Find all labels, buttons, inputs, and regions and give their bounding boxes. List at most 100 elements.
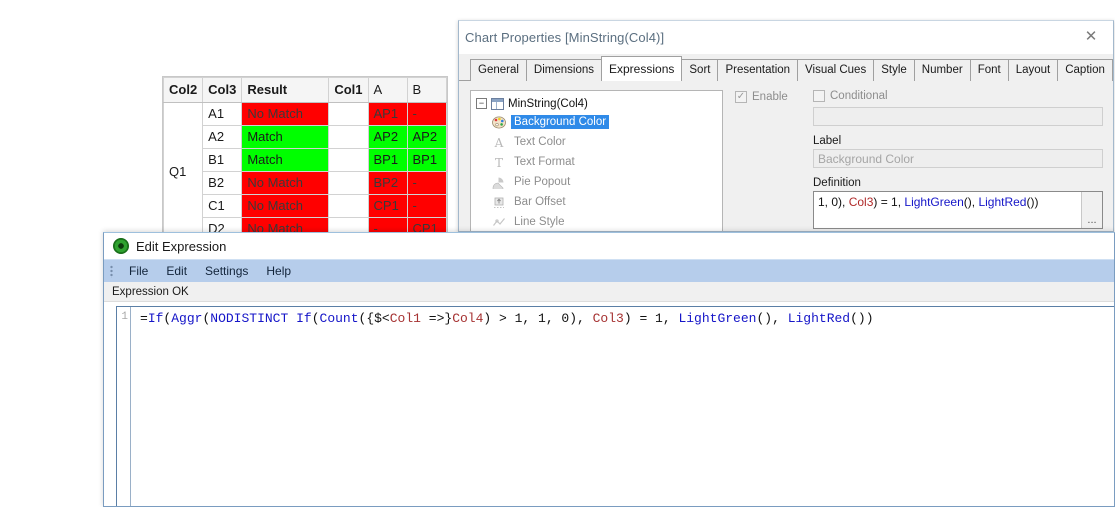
- expression-code-input[interactable]: =If(Aggr(NODISTINCT If(Count({$<Col1 =>}…: [131, 307, 1114, 506]
- cell-result[interactable]: No Match: [241, 171, 330, 195]
- chart-properties-titlebar[interactable]: Chart Properties [MinString(Col4)] ✕: [459, 21, 1113, 54]
- table-row[interactable]: Q1 A1 No Match AP1 -: [162, 102, 447, 241]
- svg-text:A: A: [494, 136, 504, 149]
- menubar-grip-icon[interactable]: [110, 264, 113, 278]
- tree-root-minstring[interactable]: − MinString(Col4): [471, 95, 722, 112]
- tab-number[interactable]: Number: [913, 59, 971, 81]
- conditional-checkbox[interactable]: [813, 90, 825, 102]
- label-input[interactable]: Background Color: [813, 149, 1103, 168]
- column-header-col1[interactable]: Col1: [328, 77, 369, 103]
- column-header-col3[interactable]: Col3: [202, 77, 243, 103]
- cell-b[interactable]: -: [406, 171, 447, 195]
- enable-column: Enable: [735, 90, 813, 231]
- text-color-icon: A: [491, 135, 507, 150]
- definition-browse-button[interactable]: ...: [1081, 192, 1102, 228]
- enable-checkbox[interactable]: [735, 91, 747, 103]
- pivot-table[interactable]: Col2 Col3 Result Col1 A B Q1 A1 No Match…: [162, 77, 447, 241]
- definition-input[interactable]: 1, 0), Col3) = 1, LightGreen(), LightRed…: [814, 192, 1081, 228]
- tab-visual-cues[interactable]: Visual Cues: [797, 59, 875, 81]
- edit-expression-menubar[interactable]: File Edit Settings Help: [104, 259, 1114, 282]
- cell-b[interactable]: BP1: [406, 148, 447, 172]
- tab-font[interactable]: Font: [969, 59, 1009, 81]
- qlikview-app-icon: [113, 238, 129, 254]
- expression-status-text: Expression OK: [104, 282, 1114, 302]
- tree-item-pie-popout[interactable]: Pie Popout: [471, 172, 722, 192]
- palette-icon: [491, 115, 507, 130]
- column-header-a[interactable]: A: [367, 77, 408, 103]
- tree-item-bar-offset[interactable]: Bar Offset: [471, 192, 722, 212]
- fields-column: Conditional Label Background Color Defin…: [813, 90, 1103, 231]
- cell-a[interactable]: CP1: [367, 194, 408, 218]
- cell-col1[interactable]: [328, 171, 369, 195]
- collapse-toggle-icon[interactable]: −: [476, 98, 487, 109]
- cell-col1[interactable]: [328, 194, 369, 218]
- tab-layout[interactable]: Layout: [1007, 59, 1059, 81]
- column-header-col2[interactable]: Col2: [162, 77, 204, 103]
- cell-col1[interactable]: [328, 148, 369, 172]
- cell-a[interactable]: AP1: [367, 102, 408, 126]
- enable-checkbox-row[interactable]: Enable: [735, 91, 813, 103]
- chart-properties-dialog[interactable]: Chart Properties [MinString(Col4)] ✕ Gen…: [458, 20, 1114, 232]
- cell-a[interactable]: BP1: [367, 148, 408, 172]
- table-row[interactable]: B2 No Match BP2 -: [164, 171, 447, 195]
- expression-tree[interactable]: − MinString(Col4) Background Color A Tex…: [470, 90, 723, 231]
- definition-field[interactable]: 1, 0), Col3) = 1, LightGreen(), LightRed…: [813, 191, 1103, 229]
- table-row[interactable]: B1 Match BP1 BP1: [164, 148, 447, 172]
- cell-col3[interactable]: C1: [202, 194, 243, 218]
- menu-help[interactable]: Help: [257, 262, 300, 280]
- cell-b[interactable]: -: [406, 102, 447, 126]
- tab-dimensions[interactable]: Dimensions: [525, 59, 602, 81]
- cell-result[interactable]: No Match: [241, 102, 330, 126]
- expression-editor[interactable]: 1 =If(Aggr(NODISTINCT If(Count({$<Col1 =…: [116, 306, 1114, 506]
- edit-expression-window[interactable]: Edit Expression File Edit Settings Help …: [103, 232, 1115, 507]
- edit-expression-titlebar[interactable]: Edit Expression: [104, 233, 1114, 259]
- tree-item-label: Line Style: [514, 216, 565, 228]
- menu-file[interactable]: File: [120, 262, 157, 280]
- cell-col3[interactable]: B1: [202, 148, 243, 172]
- menu-edit[interactable]: Edit: [157, 262, 196, 280]
- tab-presentation[interactable]: Presentation: [717, 59, 799, 81]
- text-format-icon: T: [491, 155, 507, 170]
- chart-properties-title: Chart Properties [MinString(Col4)]: [465, 29, 665, 45]
- cell-col1[interactable]: [328, 102, 369, 126]
- tree-root-label: MinString(Col4): [508, 97, 588, 110]
- table-row[interactable]: A2 Match AP2 AP2: [164, 125, 447, 149]
- tree-item-label: Background Color: [511, 115, 610, 129]
- dimension-cell-q1[interactable]: Q1: [162, 102, 204, 241]
- cell-col3[interactable]: B2: [202, 171, 243, 195]
- cell-col3[interactable]: A1: [202, 102, 243, 126]
- bar-offset-icon: [491, 195, 507, 210]
- cell-result[interactable]: Match: [241, 125, 330, 149]
- tab-style[interactable]: Style: [873, 59, 915, 81]
- column-header-b[interactable]: B: [406, 77, 447, 103]
- cell-a[interactable]: BP2: [367, 171, 408, 195]
- enable-label: Enable: [752, 91, 788, 103]
- tab-general[interactable]: General: [470, 59, 527, 81]
- menu-settings[interactable]: Settings: [196, 262, 257, 280]
- tree-item-background-color[interactable]: Background Color: [471, 112, 722, 132]
- cell-b[interactable]: AP2: [406, 125, 447, 149]
- conditional-input[interactable]: [813, 107, 1103, 126]
- tree-item-label: Bar Offset: [514, 196, 566, 208]
- cell-a[interactable]: AP2: [367, 125, 408, 149]
- table-row[interactable]: C1 No Match CP1 -: [164, 194, 447, 218]
- cell-result[interactable]: No Match: [241, 194, 330, 218]
- cell-result[interactable]: Match: [241, 148, 330, 172]
- tree-item-text-color[interactable]: A Text Color: [471, 132, 722, 152]
- tab-sort[interactable]: Sort: [681, 59, 719, 81]
- tree-item-line-style[interactable]: Line Style: [471, 212, 722, 231]
- tab-expressions[interactable]: Expressions: [601, 56, 683, 81]
- close-icon[interactable]: ✕: [1069, 21, 1113, 51]
- conditional-checkbox-row[interactable]: Conditional: [813, 90, 1103, 102]
- column-header-result[interactable]: Result: [241, 77, 330, 103]
- tab-caption[interactable]: Caption: [1057, 59, 1113, 81]
- cell-col3[interactable]: A2: [202, 125, 243, 149]
- tree-item-text-format[interactable]: T Text Format: [471, 152, 722, 172]
- cell-col1[interactable]: [328, 125, 369, 149]
- tree-item-label: Pie Popout: [514, 176, 571, 188]
- line-style-icon: [491, 215, 507, 230]
- svg-text:T: T: [495, 156, 503, 169]
- cell-b[interactable]: -: [406, 194, 447, 218]
- pie-popout-icon: [491, 175, 507, 190]
- chart-properties-tabstrip[interactable]: General Dimensions Expressions Sort Pres…: [459, 56, 1113, 81]
